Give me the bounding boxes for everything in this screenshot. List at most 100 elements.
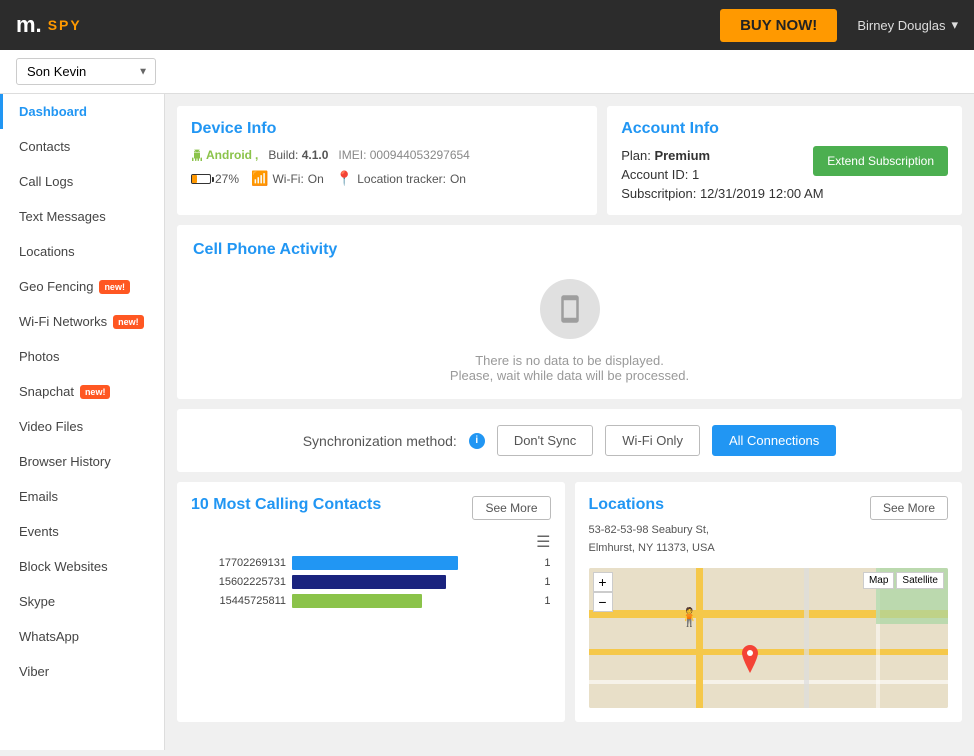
sidebar-item-wifi[interactable]: Wi-Fi Networks new!	[0, 304, 164, 339]
cell-phone-activity-title: Cell Phone Activity	[193, 241, 946, 259]
plan-label: Plan:	[621, 148, 654, 163]
locations-see-more-button[interactable]: See More	[870, 496, 948, 520]
sidebar-item-label: Geo Fencing	[19, 279, 93, 294]
header: m. SPY BUY NOW! Birney Douglas ▾	[0, 0, 974, 50]
location-label: Location tracker:	[357, 172, 446, 186]
battery-fill	[192, 175, 197, 183]
no-data-line1: There is no data to be displayed.	[193, 353, 946, 368]
sidebar-item-events[interactable]: Events	[0, 514, 164, 549]
battery-indicator: 27%	[191, 172, 239, 186]
sidebar-item-label: Photos	[19, 349, 59, 364]
bar-count-2: 1	[535, 576, 551, 588]
logo-spy: SPY	[48, 17, 82, 33]
sidebar-item-label: Dashboard	[19, 104, 87, 119]
account-value: 1	[692, 167, 699, 182]
menu-icon[interactable]: ☰	[536, 534, 550, 551]
sidebar-item-emails[interactable]: Emails	[0, 479, 164, 514]
info-icon[interactable]: i	[469, 433, 485, 449]
map-type-map-button[interactable]: Map	[863, 572, 894, 589]
road-v2	[804, 568, 809, 708]
sidebar-item-dashboard[interactable]: Dashboard	[0, 94, 164, 129]
wifi-status: 📶 Wi-Fi: On	[251, 170, 324, 187]
sidebar-item-photos[interactable]: Photos	[0, 339, 164, 374]
wifi-icon: 📶	[251, 170, 268, 187]
bar-fill-3	[292, 594, 422, 608]
device-selector-wrap: Son Kevin	[16, 58, 156, 85]
sidebar-item-viber[interactable]: Viber	[0, 654, 164, 689]
bar-row-3: 15445725811 1	[191, 594, 551, 608]
location-tracker-status: 📍 Location tracker: On	[336, 170, 466, 187]
location-pin-icon: 📍	[336, 170, 353, 187]
build-value: 4.1.0	[302, 148, 329, 162]
person-icon: 🧍	[678, 607, 700, 628]
map-type-satellite-button[interactable]: Satellite	[896, 572, 944, 589]
contacts-card-header: 10 Most Calling Contacts See More	[191, 496, 551, 524]
user-menu[interactable]: Birney Douglas ▾	[857, 17, 958, 33]
imei-text: IMEI: 000944053297654	[338, 148, 469, 162]
bar-row-1: 17702269131 1	[191, 556, 551, 570]
device-info-title: Device Info	[191, 120, 583, 138]
sidebar-item-contacts[interactable]: Contacts	[0, 129, 164, 164]
top-row: Device Info Android, Build: 4.1.0 IMEI: …	[177, 106, 962, 215]
sidebar-item-whatsapp[interactable]: WhatsApp	[0, 619, 164, 654]
extend-subscription-button[interactable]: Extend Subscription	[813, 146, 948, 176]
phone-icon-circle	[540, 279, 600, 339]
device-info-card: Device Info Android, Build: 4.1.0 IMEI: …	[177, 106, 597, 215]
sidebar-item-locations[interactable]: Locations	[0, 234, 164, 269]
sync-label: Synchronization method:	[303, 433, 457, 449]
sidebar: Dashboard Contacts Call Logs Text Messag…	[0, 94, 165, 750]
sidebar-item-videofiles[interactable]: Video Files	[0, 409, 164, 444]
subscription-row: Subscritpion: 12/31/2019 12:00 AM	[621, 186, 948, 201]
sidebar-item-label: Skype	[19, 594, 55, 609]
battery-icon	[191, 174, 211, 184]
bar-count-3: 1	[535, 595, 551, 607]
dont-sync-button[interactable]: Don't Sync	[497, 425, 593, 456]
sidebar-item-calllogs[interactable]: Call Logs	[0, 164, 164, 199]
build-label: Build: 4.1.0	[268, 148, 328, 162]
bar-wrap-3	[292, 594, 529, 608]
contacts-card: 10 Most Calling Contacts See More ☰ 1770…	[177, 482, 565, 722]
zoom-out-button[interactable]: −	[593, 592, 613, 612]
wifi-only-button[interactable]: Wi-Fi Only	[605, 425, 700, 456]
subscription-value: 12/31/2019 12:00 AM	[700, 186, 824, 201]
sidebar-item-label: Text Messages	[19, 209, 106, 224]
map-type-buttons: Map Satellite	[863, 572, 944, 589]
sidebar-item-textmessages[interactable]: Text Messages	[0, 199, 164, 234]
bottom-row: 10 Most Calling Contacts See More ☰ 1770…	[177, 482, 962, 722]
sidebar-item-label: Wi-Fi Networks	[19, 314, 107, 329]
sidebar-item-label: Snapchat	[19, 384, 74, 399]
user-name: Birney Douglas	[857, 18, 945, 33]
account-label: Account ID:	[621, 167, 692, 182]
sidebar-item-blockwebsites[interactable]: Block Websites	[0, 549, 164, 584]
os-name: Android	[206, 148, 252, 162]
bar-label-3: 15445725811	[191, 595, 286, 607]
device-detail-row: 27% 📶 Wi-Fi: On 📍 Location tracker: On	[191, 170, 583, 187]
logo-m: m.	[16, 12, 42, 38]
main-layout: Dashboard Contacts Call Logs Text Messag…	[0, 94, 974, 750]
buy-now-button[interactable]: BUY NOW!	[720, 9, 837, 42]
bar-wrap-1	[292, 556, 529, 570]
location-value: On	[450, 172, 466, 186]
map-pin	[738, 645, 762, 683]
sidebar-item-label: WhatsApp	[19, 629, 79, 644]
new-badge: new!	[80, 385, 111, 399]
all-connections-button[interactable]: All Connections	[712, 425, 836, 456]
bar-wrap-2	[292, 575, 529, 589]
sidebar-item-browserhistory[interactable]: Browser History	[0, 444, 164, 479]
sidebar-item-skype[interactable]: Skype	[0, 584, 164, 619]
contacts-chart-title: 10 Most Calling Contacts	[191, 496, 381, 514]
bar-count-1: 1	[535, 557, 551, 569]
new-badge: new!	[99, 280, 130, 294]
locations-title: Locations	[589, 496, 715, 514]
logo: m. SPY	[16, 12, 82, 38]
header-right: BUY NOW! Birney Douglas ▾	[720, 9, 958, 42]
sidebar-item-label: Viber	[19, 664, 49, 679]
wifi-value: On	[308, 172, 324, 186]
no-data-line2: Please, wait while data will be processe…	[193, 368, 946, 383]
sidebar-item-snapchat[interactable]: Snapchat new!	[0, 374, 164, 409]
zoom-in-button[interactable]: +	[593, 572, 613, 592]
contacts-see-more-button[interactable]: See More	[472, 496, 550, 520]
device-selector[interactable]: Son Kevin	[16, 58, 156, 85]
sidebar-item-geofencing[interactable]: Geo Fencing new!	[0, 269, 164, 304]
battery-pct: 27%	[215, 172, 239, 186]
